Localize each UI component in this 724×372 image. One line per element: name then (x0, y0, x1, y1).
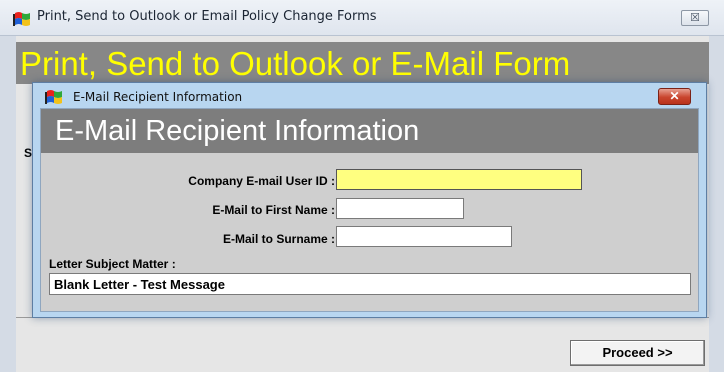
subject-input[interactable] (49, 273, 691, 295)
outer-window-title: Print, Send to Outlook or Email Policy C… (37, 9, 377, 24)
close-icon: ✕ (669, 89, 680, 103)
outer-titlebar: Print, Send to Outlook or Email Policy C… (0, 0, 724, 36)
windows-flag-icon (13, 12, 30, 26)
windows-flag-icon (45, 90, 62, 104)
dialog-body: E-Mail Recipient Information Company E-m… (40, 108, 699, 312)
outer-partial-label: S (24, 146, 33, 160)
dialog-header-banner: E-Mail Recipient Information (41, 109, 698, 153)
first-name-label: E-Mail to First Name : (212, 203, 335, 217)
outer-close-button[interactable]: ☒ (681, 10, 709, 26)
subject-label: Letter Subject Matter : (49, 257, 176, 271)
dialog-close-button[interactable]: ✕ (658, 88, 691, 105)
close-icon: ☒ (690, 12, 700, 24)
user-id-input[interactable] (336, 169, 582, 190)
proceed-button[interactable]: Proceed >> (570, 340, 705, 366)
dialog-header-title: E-Mail Recipient Information (55, 115, 420, 147)
dialog-titlebar: E-Mail Recipient Information ✕ (33, 83, 706, 109)
surname-label: E-Mail to Surname : (222, 232, 335, 246)
surname-input[interactable] (336, 226, 512, 247)
user-id-label: Company E-mail User ID : (188, 174, 335, 188)
email-recipient-dialog: E-Mail Recipient Information ✕ E-Mail Re… (32, 82, 707, 318)
dialog-title: E-Mail Recipient Information (73, 90, 243, 104)
outer-header-banner: Print, Send to Outlook or E-Mail Form (16, 42, 709, 84)
first-name-input[interactable] (336, 198, 464, 219)
outer-header-title: Print, Send to Outlook or E-Mail Form (20, 45, 571, 82)
